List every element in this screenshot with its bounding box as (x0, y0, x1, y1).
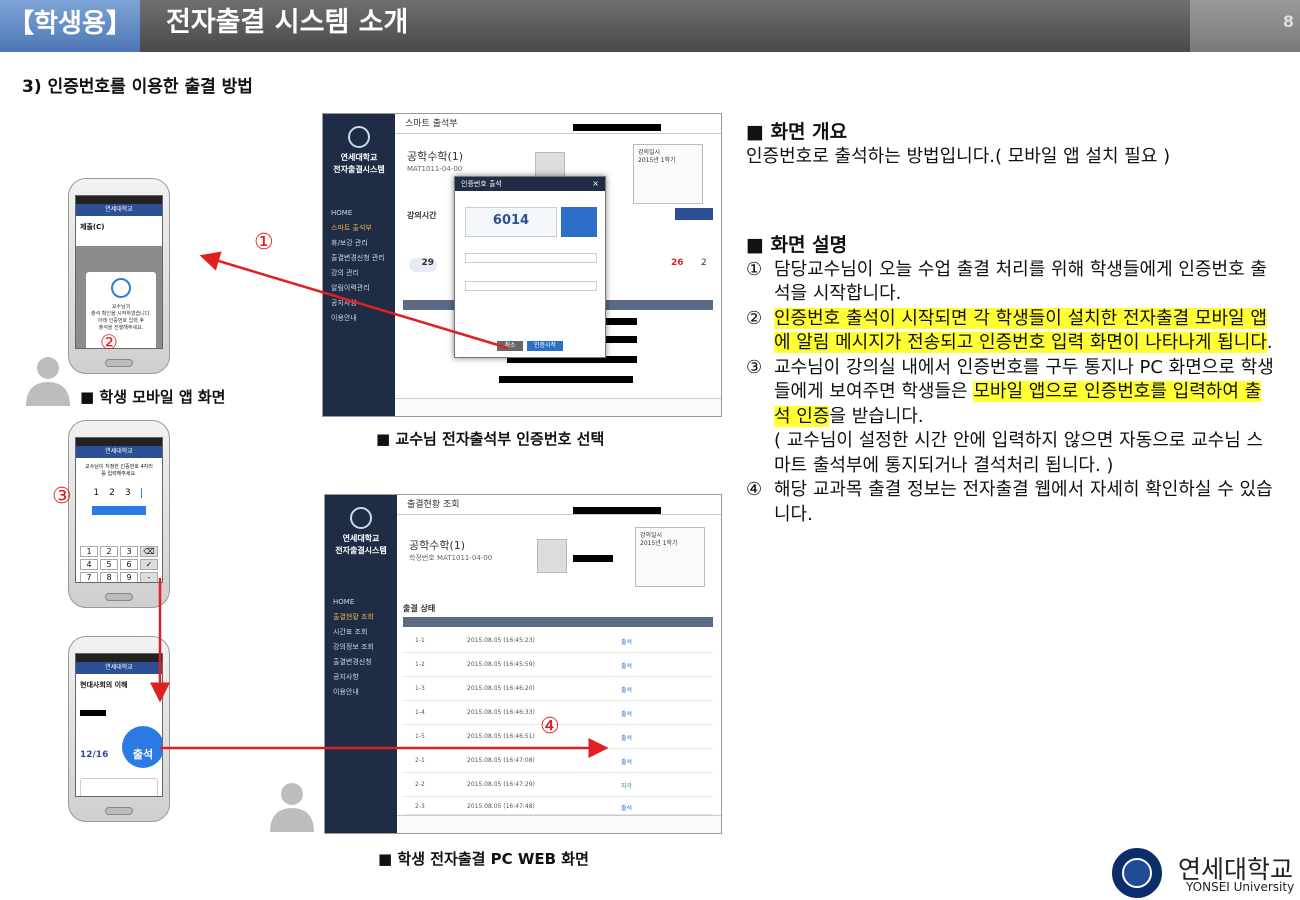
item-number: ② (746, 307, 763, 329)
arrow-1 (199, 251, 509, 350)
item-text: . (1266, 332, 1273, 353)
item-text: 담당교수님이 오늘 수업 출결 처리를 위해 학생들에게 인증번호 출석을 시작… (774, 258, 1267, 305)
marker-4: ④ (540, 714, 560, 739)
description-panel: ■ 화면 개요 인증번호로 출석하는 방법입니다.( 모바일 앱 설치 필요 )… (746, 120, 1276, 527)
item-note: ( 교수님이 설정한 시간 안에 입력하지 않으면 자동으로 교수님 스마트 출… (774, 430, 1264, 476)
marker-1: ① (254, 230, 274, 255)
item-text: 해당 교과목 출결 정보는 전자출결 웹에서 자세히 확인하실 수 있습니다. (774, 479, 1273, 525)
item-number: ③ (746, 356, 763, 378)
university-seal-icon (1112, 848, 1162, 898)
detail-item-4: ④ 해당 교과목 출결 정보는 전자출결 웹에서 자세히 확인하실 수 있습니다… (746, 478, 1276, 527)
item-number: ④ (746, 479, 763, 500)
detail-item-3: ③ 교수님이 강의실 내에서 인증번호를 구두 통지나 PC 화면으로 학생들에… (746, 356, 1276, 479)
item-text-highlight: 인증번호 출석이 시작되면 각 학생들이 설치한 전자출결 모바일 앱에 알림 … (774, 307, 1267, 353)
detail-heading: ■ 화면 설명 (746, 234, 848, 256)
overview-text: 인증번호로 출석하는 방법입니다.( 모바일 앱 설치 필요 ) (746, 145, 1171, 167)
item-text: 을 받습니다. (829, 405, 924, 427)
university-name-english: YONSEI University (1186, 880, 1295, 894)
overview-heading: ■ 화면 개요 (746, 121, 848, 143)
detail-item-1: ① 담당교수님이 오늘 수업 출결 처리를 위해 학생들에게 인증번호 출석을 … (746, 258, 1276, 307)
item-number: ① (746, 258, 763, 280)
detail-item-2: ② 인증번호 출석이 시작되면 각 학생들이 설치한 전자출결 모바일 앱에 알… (746, 307, 1276, 356)
